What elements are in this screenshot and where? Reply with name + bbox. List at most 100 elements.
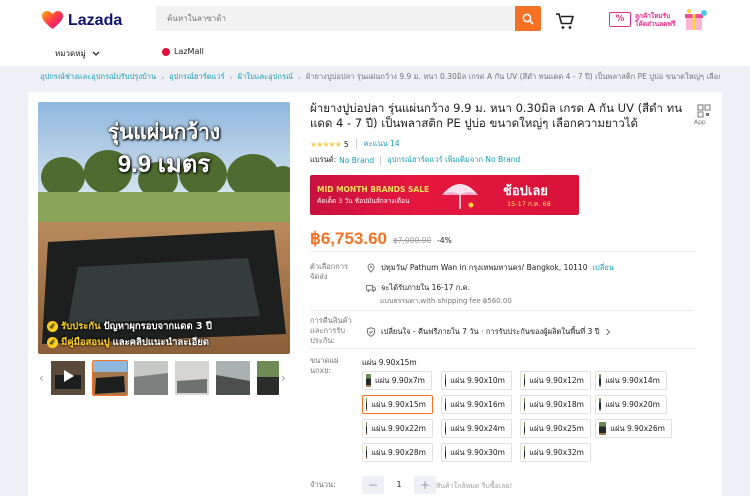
breadcrumb-separator: › [229,72,233,82]
lazada-logo[interactable]: Lazada [42,11,122,30]
divider [310,251,694,252]
size-option[interactable]: แผ่น 9.90x12m [520,371,591,390]
chevron-left-icon[interactable]: ‹ [39,371,44,385]
size-option[interactable]: แผ่น 9.90x10m [441,371,512,390]
returns-label: การคืนสินค้าและการรับประกัน: [310,316,352,345]
divider [310,310,694,311]
brand-label: แบรนด์: [310,155,337,164]
quantity-input[interactable]: 1 [384,476,414,494]
size-option-thumbnail [524,422,526,435]
banner-cta[interactable]: ช้อปเลย [503,180,548,201]
thumbnail-image[interactable] [175,361,209,395]
quantity-plus-button[interactable]: + [414,476,436,494]
size-option-thumbnail [445,446,447,459]
new-user-promo[interactable]: % ลูกค้าใหม่รับ โค้ดส่วนลดฟรี [609,7,709,32]
main-product-image[interactable]: รุ่นแผ่นกว้าง 9.9 เมตร ✓ รับประกัน ปัญหา… [38,102,290,354]
breadcrumb-item[interactable]: อุปกรณ์ช่างและอุปกรณ์ปรับปรุงบ้าน [40,71,156,83]
size-option-thumbnail [524,374,526,387]
brand-more-link[interactable]: อุปกรณ์ฮาร์ดแวร์ เพิ่มเติมจาก No Brand [387,154,520,166]
image-headline-2: 9.9 เมตร [117,151,211,178]
size-option-label: แผ่น 9.90x7m [375,375,425,385]
rating-separator [355,139,357,149]
caption-text: ปัญหาผุกรอบจากแดด 3 ปี [103,321,212,332]
caption-highlight: รับประกัน [61,321,101,332]
size-option-thumbnail [366,446,368,459]
size-option[interactable]: แผ่น 9.90x15m [362,395,433,414]
size-option-label: แผ่น 9.90x28m [371,447,426,457]
returns-row[interactable]: เปลี่ยนใจ - คืนฟรีภายใน 7 วัน · การรับปร… [366,326,611,338]
thumbnail-image[interactable] [92,360,128,396]
thumbnail-image[interactable] [134,361,168,395]
delivery-location-row: ปทุมวัน/ Pathum Wan in กรุงเทพมหานคร/ Ba… [366,262,614,274]
size-option-label: แผ่น 9.90x16m [450,399,505,409]
stock-note: สินค้าใกล้หมด รีบซื้อเลย! [436,482,513,490]
banner-dates: 15-17 ก.ค. 68 [507,200,551,208]
size-option[interactable]: แผ่น 9.90x28m [362,443,433,462]
breadcrumb-current: ผ้ายางปูบ่อปลา รุ่นแผ่นกว้าง 9.9 ม. หนา … [305,72,720,81]
search-button[interactable] [515,6,541,31]
size-option-label: แผ่น 9.90x14m [605,375,660,385]
location-pin-icon [367,263,375,273]
truck-icon [366,285,376,292]
lazmall-icon [162,47,170,56]
banner-subtitle: คัดเด็ด 3 วัน ช้อปมันส์กลางเดือน [317,197,410,205]
returns-text: เปลี่ยนใจ - คืนฟรีภายใน 7 วัน · การรับปร… [381,327,600,336]
qr-code-icon [697,104,711,118]
size-option[interactable]: แผ่น 9.90x32m [520,443,591,462]
change-location-link[interactable]: เปลี่ยน [592,262,613,274]
size-option-thumbnail [366,422,368,435]
size-option[interactable]: แผ่น 9.90x20m [595,395,667,414]
thumbnail-strip: ‹ › [38,360,290,397]
size-option-thumbnail [524,446,526,459]
delivery-location: ปทุมวัน/ Pathum Wan in กรุงเทพมหานคร/ Ba… [381,263,588,272]
quantity-minus-button[interactable]: − [362,476,384,494]
image-caption-2: ✓ มีคู่มือสอนปู และคลิปแนะนำละเอียด [47,335,209,350]
thumbnail-video[interactable] [51,361,85,395]
size-option[interactable]: แผ่น 9.90x26m [595,419,672,438]
delivery-eta-row: จะได้รับภายใน 16-17 ก.ค. [366,282,470,294]
size-option-thumbnail [599,398,602,411]
lazmall-link[interactable]: LazMall [162,47,204,56]
size-option[interactable]: แผ่น 9.90x7m [362,371,432,390]
product-title: ผ้ายางปูบ่อปลา รุ่นแผ่นกว้าง 9.9 ม. หนา … [310,101,683,130]
gift-icon [685,8,707,30]
search-input[interactable] [156,6,516,31]
delivery-label: ตัวเลือกการจัดส่ง [310,262,349,281]
header: Lazada % ลูกค้าใหม่รับ โค้ดส่วนลดฟรี หมว… [0,0,750,66]
size-option[interactable]: แผ่น 9.90x18m [520,395,591,414]
size-option[interactable]: แผ่น 9.90x25m [520,419,591,438]
original-price: ฿7,000.00 [393,236,432,245]
image-caption-1: ✓ รับประกัน ปัญหาผุกรอบจากแดด 3 ปี [47,319,212,334]
search-icon [522,13,534,25]
chevron-right-icon[interactable]: › [281,371,286,385]
categories-menu[interactable]: หมวดหมู่ [55,47,100,60]
play-icon [51,361,85,395]
size-option[interactable]: แผ่น 9.90x24m [441,419,512,438]
rating-count-link[interactable]: คะแนน 14 [364,138,400,150]
size-option[interactable]: แผ่น 9.90x22m [362,419,433,438]
quantity-stepper: − 1 + [362,476,436,494]
size-option-thumbnail [599,374,602,387]
shipping-fee-row: แบบธรรมดา,with shipping fee ฿560.00 [380,296,512,307]
cart-button[interactable] [555,12,575,34]
heart-logo-icon [42,11,63,29]
size-option[interactable]: แผ่น 9.90x16m [441,395,512,414]
breadcrumb-item[interactable]: อุปกรณ์ฮาร์ดแวร์ [169,71,225,83]
size-option[interactable]: แผ่น 9.90x30m [441,443,512,462]
breadcrumb: อุปกรณ์ช่างและอุปกรณ์ปรับปรุงบ้าน › อุปก… [40,71,720,83]
size-option-label: แผ่น 9.90x18m [529,399,584,409]
brand-link[interactable]: No Brand [339,156,374,165]
size-option-label: แผ่น 9.90x25m [529,423,584,433]
size-option-label: แผ่น 9.90x32m [529,447,584,457]
size-option-thumbnail [445,398,447,411]
thumbnail-image[interactable] [216,361,250,395]
caption-text: และคลิปแนะนำละเอียด [112,337,210,348]
breadcrumb-item[interactable]: ผ้าใบและอุปกรณ์ [238,71,293,83]
chevron-right-icon [605,328,610,336]
app-label: App [694,119,706,126]
size-option[interactable]: แผ่น 9.90x14m [595,371,667,390]
thumbnail-image[interactable] [257,361,279,395]
size-option-label: แผ่น 9.90x22m [371,423,426,433]
campaign-banner[interactable]: MID MONTH BRANDS SALE คัดเด็ด 3 วัน ช้อป… [310,175,579,215]
search-bar [156,6,541,31]
